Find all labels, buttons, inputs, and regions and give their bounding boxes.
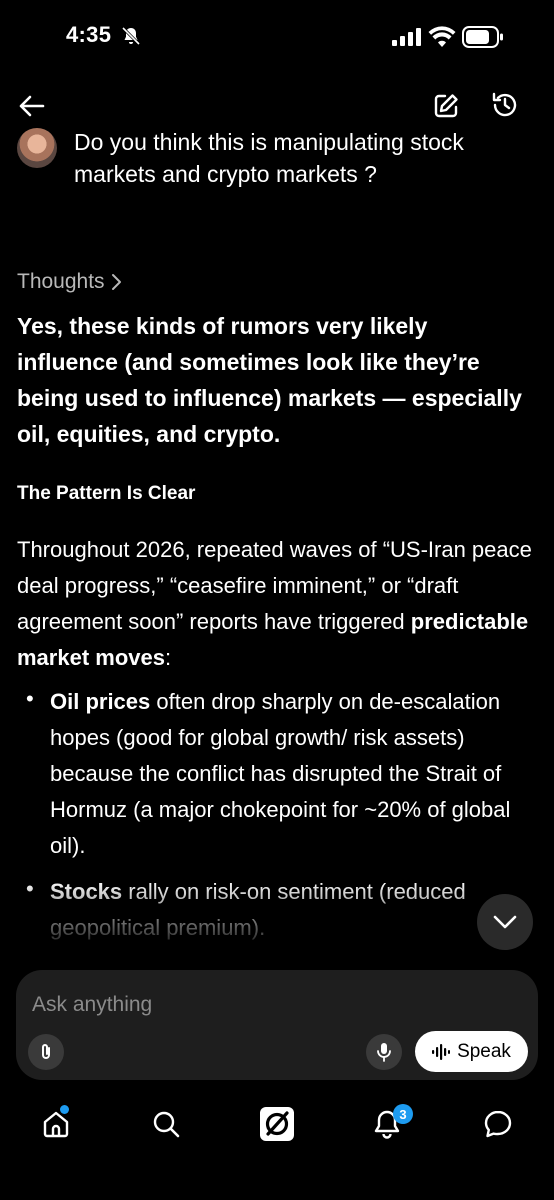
back-arrow-icon[interactable] xyxy=(16,90,48,122)
bullet-marker: • xyxy=(26,876,34,901)
nav-messages[interactable] xyxy=(478,1104,518,1144)
cellular-signal-icon xyxy=(392,28,422,46)
wifi-icon xyxy=(428,26,456,48)
thoughts-label: Thoughts xyxy=(17,270,105,293)
new-chat-edit-icon[interactable] xyxy=(430,90,462,122)
user-avatar[interactable] xyxy=(17,128,57,168)
list-item-bold: Stocks xyxy=(50,879,123,904)
paragraph-tail: : xyxy=(164,645,172,670)
user-message: Do you think this is manipulating stock … xyxy=(74,129,464,187)
list-item-bold: Oil prices xyxy=(50,689,151,714)
search-icon xyxy=(153,1111,180,1138)
grok-icon xyxy=(260,1107,294,1141)
ask-input[interactable] xyxy=(30,984,454,1026)
answer-lead: Yes, these kinds of rumors very likely i… xyxy=(17,313,522,447)
speak-button[interactable]: Speak xyxy=(415,1031,528,1072)
notifications-badge: 3 xyxy=(393,1104,413,1124)
nav-search[interactable] xyxy=(146,1104,186,1144)
home-unread-dot xyxy=(60,1105,69,1114)
microphone-icon xyxy=(377,1043,391,1062)
nav-home[interactable] xyxy=(36,1104,76,1144)
microphone-button[interactable] xyxy=(366,1034,402,1070)
composer: Speak xyxy=(16,970,538,1080)
attach-button[interactable] xyxy=(28,1034,64,1070)
list-item: Stocks rally on risk-on sentiment (reduc… xyxy=(50,874,520,946)
voice-waveform-icon xyxy=(432,1043,451,1060)
thoughts-toggle[interactable]: Thoughts xyxy=(17,270,123,294)
list-item: Oil prices often drop sharply on de-esca… xyxy=(50,684,520,864)
chat-bubble-icon xyxy=(484,1110,512,1138)
speak-label: Speak xyxy=(457,1040,511,1062)
status-time: 4:35 xyxy=(66,22,112,47)
nav-grok[interactable] xyxy=(257,1104,297,1144)
chevron-down-icon xyxy=(493,915,517,929)
section-heading: The Pattern Is Clear xyxy=(17,483,196,504)
bell-off-icon xyxy=(121,26,141,46)
scroll-down-button[interactable] xyxy=(477,894,533,950)
paperclip-icon xyxy=(42,1044,50,1059)
bullet-marker: • xyxy=(26,686,34,711)
history-icon[interactable] xyxy=(488,88,522,122)
chevron-right-icon xyxy=(111,274,121,290)
answer-paragraph: Throughout 2026, repeated waves of “US-I… xyxy=(17,532,542,676)
list-item-text: often drop sharply on de-escalation hope… xyxy=(50,689,511,858)
battery-icon xyxy=(462,25,504,49)
